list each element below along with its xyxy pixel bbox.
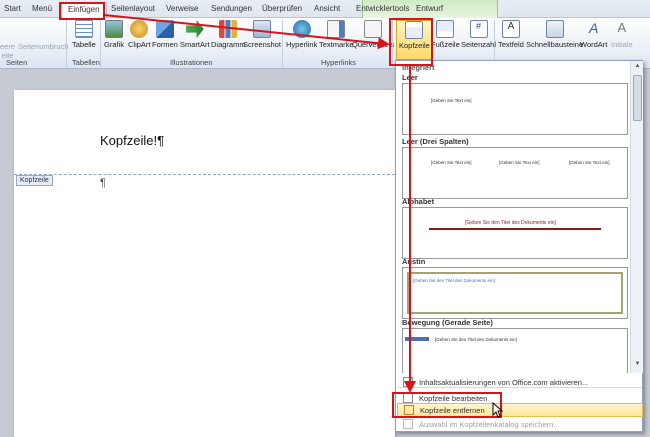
arrow-to-kopfzeile	[103, 14, 390, 50]
annotation-arrows	[103, 14, 416, 393]
mouse-cursor-icon	[492, 402, 504, 418]
